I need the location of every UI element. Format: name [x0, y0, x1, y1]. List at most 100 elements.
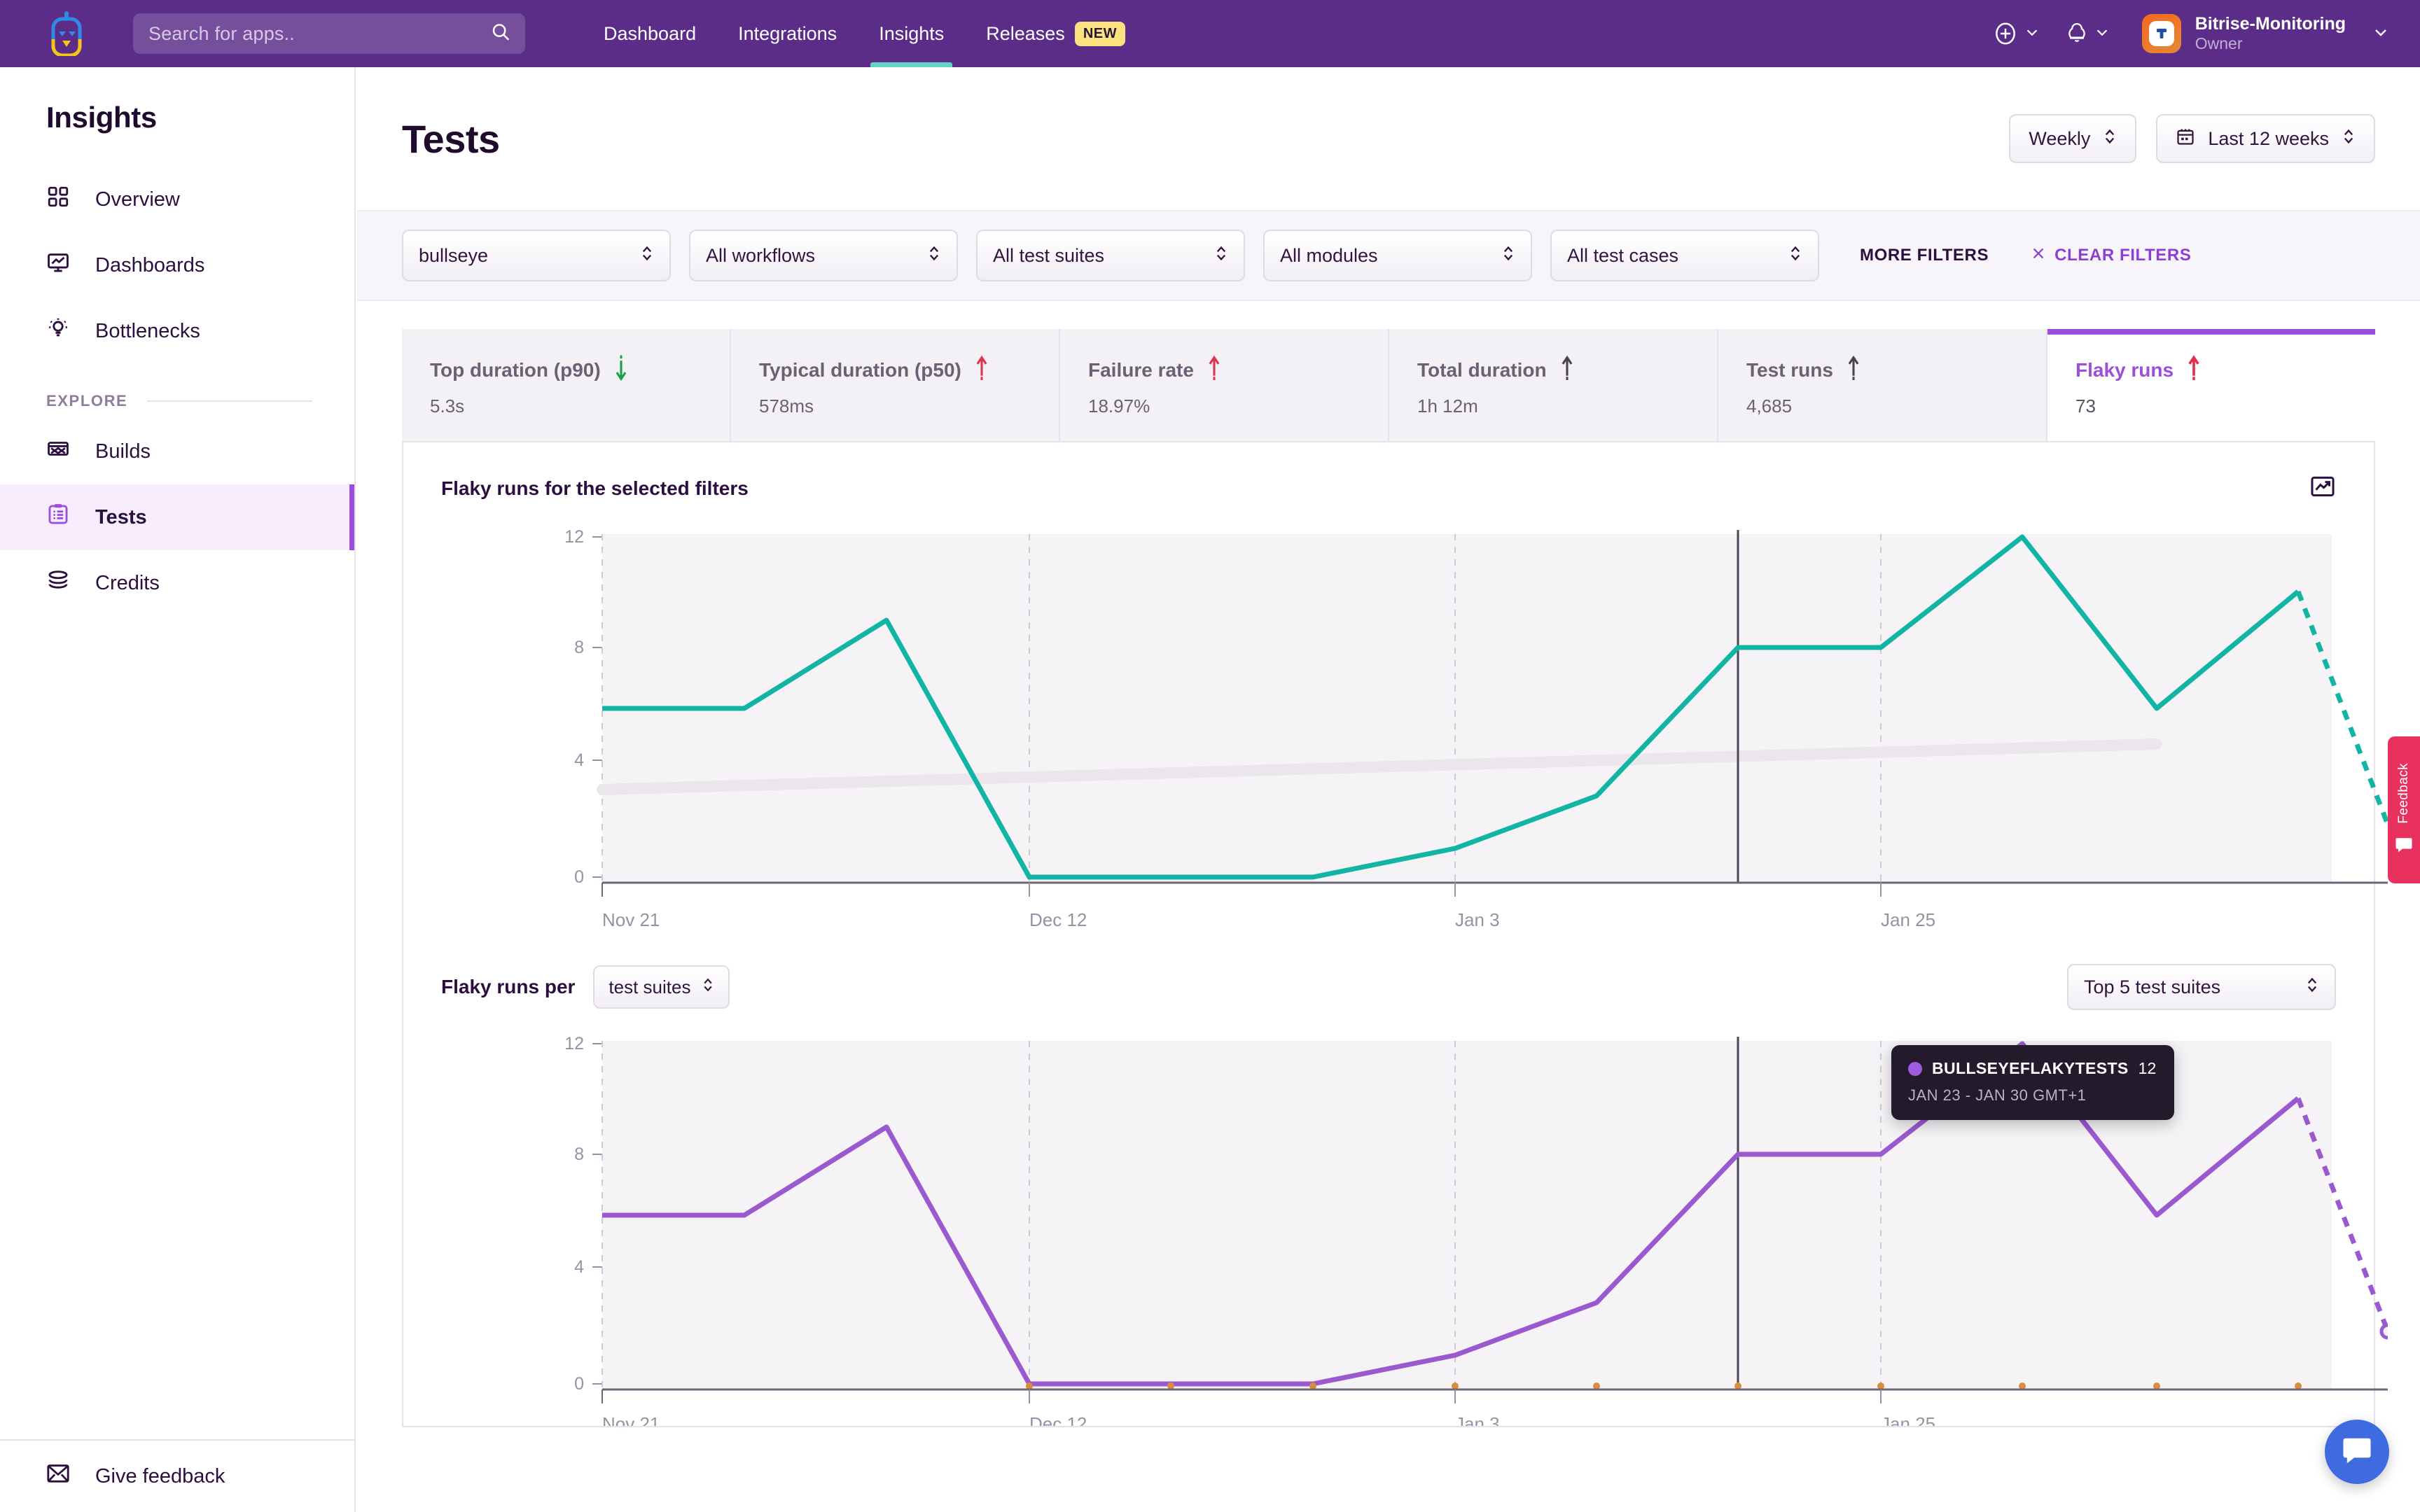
main-content: Tests Weekly: [357, 67, 2420, 1512]
date-range-value: Last 12 weeks: [2208, 128, 2329, 150]
nav-dashboard[interactable]: Dashboard: [583, 0, 717, 67]
nav-integrations[interactable]: Integrations: [717, 0, 858, 67]
filter-value: bullseye: [419, 245, 640, 267]
nav-label: Dashboard: [604, 23, 696, 45]
sidebar-item-bottlenecks[interactable]: Bottlenecks: [0, 298, 354, 364]
y-tick-label: 0: [574, 1374, 584, 1394]
chart2-tooltip: BULLSEYEFLAKYTESTS 12 JAN 23 - JAN 30 GM…: [1891, 1045, 2174, 1120]
filter-app-select[interactable]: bullseye: [402, 230, 671, 281]
x-tick-label: Nov 21: [602, 1413, 660, 1426]
add-new-button[interactable]: [1992, 20, 2019, 47]
sidebar-title: Insights: [0, 67, 354, 134]
nav-label: Integrations: [738, 23, 837, 45]
search-placeholder: Search for apps..: [148, 23, 295, 45]
workspace-avatar-icon: [2153, 25, 2170, 42]
more-filters-button[interactable]: MORE FILTERS: [1860, 246, 1989, 265]
give-feedback-label: Give feedback: [95, 1465, 225, 1488]
clear-filters-label: CLEAR FILTERS: [2054, 246, 2191, 265]
feedback-icon: [2395, 836, 2413, 857]
y-tick-label: 4: [574, 750, 584, 770]
notifications-button[interactable]: [2065, 21, 2089, 46]
clear-filters-button[interactable]: CLEAR FILTERS: [2031, 246, 2191, 266]
nav-label: Insights: [879, 23, 944, 45]
sidebar-item-label: Credits: [95, 572, 160, 595]
lightbulb-icon: [46, 316, 70, 346]
sidebar-item-dashboards[interactable]: Dashboards: [0, 232, 354, 298]
tab-failure-rate[interactable]: Failure rate 18.97%: [1060, 329, 1389, 441]
metric-value: 73: [2075, 396, 2347, 417]
filter-value: All test cases: [1567, 245, 1788, 267]
chevron-updown-icon: [1501, 244, 1515, 267]
feedback-rail[interactable]: Feedback: [2388, 736, 2420, 883]
y-tick-label: 12: [564, 1034, 584, 1054]
tooltip-value: 12: [2139, 1059, 2157, 1078]
chevron-updown-icon: [1788, 244, 1802, 267]
nav-releases[interactable]: Releases NEW: [965, 0, 1146, 67]
tab-typical-duration-p50[interactable]: Typical duration (p50) 578ms: [731, 329, 1060, 441]
x-tick-label: Jan 25: [1881, 1413, 1935, 1426]
metric-value: 578ms: [759, 396, 1031, 417]
close-x-icon: [2031, 246, 2046, 266]
x-tick-label: Dec 12: [1029, 909, 1087, 930]
tab-flaky-runs[interactable]: Flaky runs 73: [2047, 329, 2375, 441]
intercom-chat-button[interactable]: [2325, 1420, 2389, 1484]
expand-chart-icon[interactable]: [2309, 473, 2336, 503]
metric-name: Total duration: [1417, 359, 1547, 382]
chevron-updown-icon: [927, 244, 941, 267]
notifications-chevron-down-icon[interactable]: [2094, 24, 2110, 43]
feedback-rail-label: Feedback: [2396, 763, 2412, 824]
sidebar-item-label: Bottlenecks: [95, 320, 200, 343]
filter-test-suites-select[interactable]: All test suites: [976, 230, 1245, 281]
envelope-icon: [46, 1463, 70, 1490]
account-chevron-down-icon[interactable]: [2372, 24, 2389, 44]
sidebar-item-label: Builds: [95, 440, 151, 463]
search-input[interactable]: Search for apps..: [133, 13, 525, 54]
metric-value: 4,685: [1746, 396, 2018, 417]
y-tick-label: 8: [574, 1144, 584, 1164]
nav-insights[interactable]: Insights: [858, 0, 965, 67]
calendar-icon: [2176, 127, 2195, 151]
series-endpoint-marker: [2381, 1325, 2388, 1338]
tab-total-duration[interactable]: Total duration 1h 12m: [1389, 329, 1718, 441]
divider: [147, 400, 312, 402]
tab-test-runs[interactable]: Test runs 4,685: [1718, 329, 2047, 441]
granularity-select[interactable]: Weekly: [2009, 114, 2136, 163]
sidebar-item-overview[interactable]: Overview: [0, 167, 354, 232]
chart2-groupby-select[interactable]: test suites: [593, 965, 730, 1009]
sidebar-main-list: Overview Dashboards Bottlenecks: [0, 167, 354, 616]
monitor-chart-icon: [46, 251, 70, 280]
sidebar-item-builds[interactable]: Builds: [0, 419, 354, 484]
sidebar: Insights Overview Dashboards: [0, 67, 356, 1512]
y-tick-label: 0: [574, 867, 584, 887]
chart1-plot-area: 12 8 4 0: [403, 503, 2374, 933]
trend-up-icon: [2186, 354, 2202, 386]
sidebar-item-label: Overview: [95, 188, 180, 211]
metric-name: Flaky runs: [2075, 359, 2174, 382]
sidebar-item-tests[interactable]: Tests: [0, 484, 354, 550]
x-tick-label: Dec 12: [1029, 1413, 1087, 1426]
trend-down-icon: [613, 354, 629, 386]
tab-top-duration-p90[interactable]: Top duration (p90) 5.3s: [402, 329, 731, 441]
give-feedback-button[interactable]: Give feedback: [0, 1439, 354, 1512]
account-menu[interactable]: Bitrise-Monitoring Owner: [2142, 14, 2389, 53]
sidebar-item-credits[interactable]: Credits: [0, 550, 354, 616]
filter-workflows-select[interactable]: All workflows: [689, 230, 958, 281]
chart1-svg[interactable]: 12 8 4 0: [434, 527, 2388, 933]
metric-name: Typical duration (p50): [759, 359, 961, 382]
y-tick-label: 8: [574, 638, 584, 657]
bitrise-logo[interactable]: [0, 11, 133, 56]
metric-value: 18.97%: [1088, 396, 1360, 417]
filter-bar: bullseye All workflows All test suites A…: [357, 211, 2420, 301]
filter-test-cases-select[interactable]: All test cases: [1550, 230, 1819, 281]
chevron-updown-icon: [640, 244, 654, 267]
search-icon[interactable]: [490, 22, 511, 46]
filter-modules-select[interactable]: All modules: [1263, 230, 1532, 281]
chart2-plot-area: 12 8 4 0: [403, 1010, 2374, 1426]
date-range-select[interactable]: Last 12 weeks: [2156, 114, 2375, 163]
page-header-controls: Weekly Last 12 weeks: [2009, 114, 2375, 163]
chart1-title: Flaky runs for the selected filters: [441, 477, 749, 500]
chart2-top-select[interactable]: Top 5 test suites: [2067, 964, 2336, 1010]
chart2-top-value: Top 5 test suites: [2084, 976, 2305, 998]
add-new-chevron-down-icon[interactable]: [2024, 24, 2040, 43]
sidebar-item-label: Tests: [95, 506, 147, 529]
